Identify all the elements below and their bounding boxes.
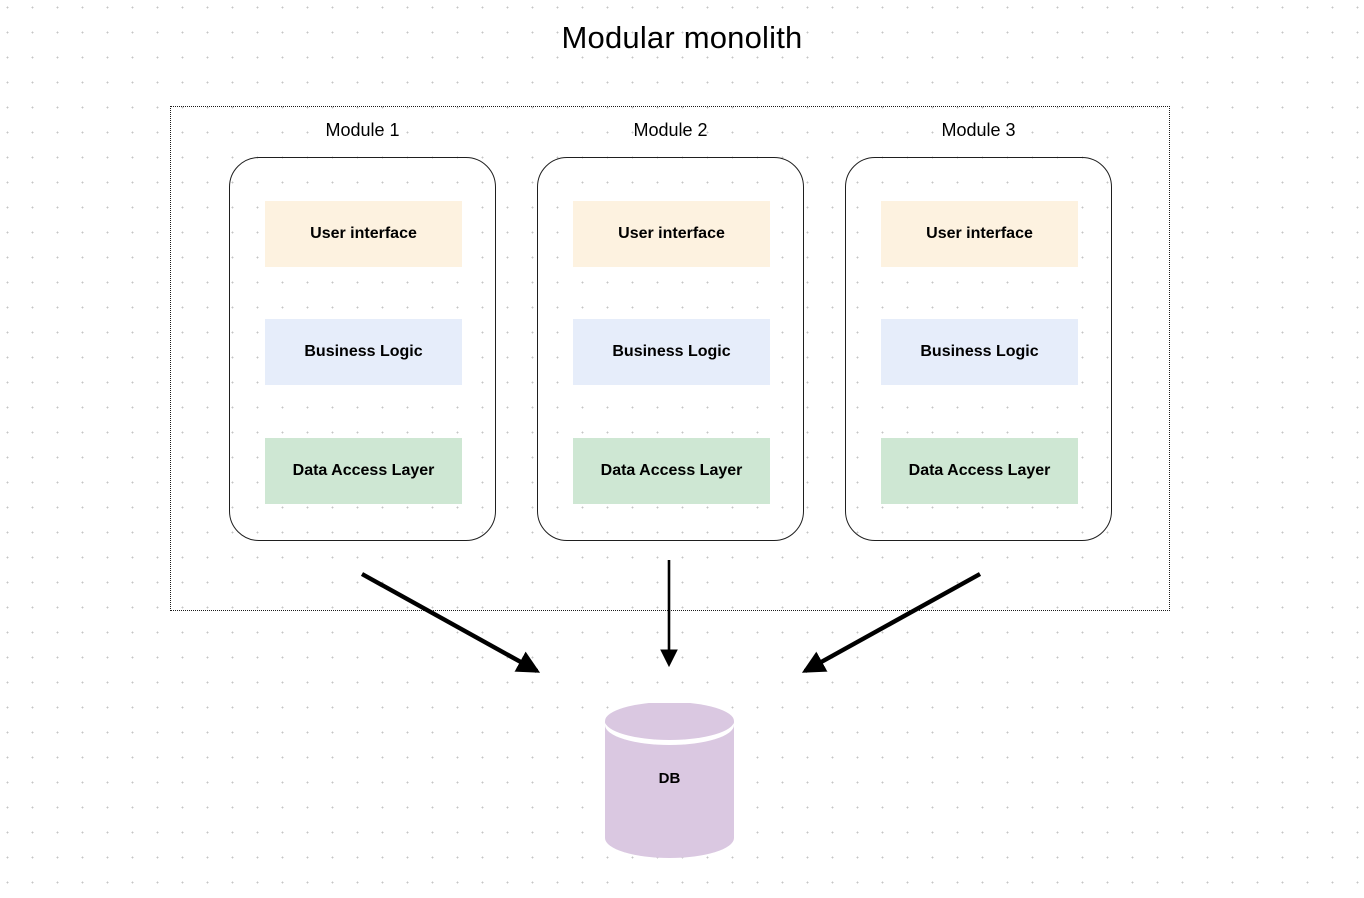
module-1-layer-ui[interactable]: User interface: [265, 201, 462, 267]
module-3-layer-data[interactable]: Data Access Layer: [881, 438, 1078, 504]
module-3-card[interactable]: User interface Business Logic Data Acces…: [845, 157, 1112, 541]
module-2-label: Module 2: [633, 120, 708, 140]
module-3-label: Module 3: [941, 120, 1016, 140]
module-1-label: Module 1: [325, 120, 400, 140]
module-1-card[interactable]: User interface Business Logic Data Acces…: [229, 157, 496, 541]
database-cylinder[interactable]: DB: [605, 702, 734, 858]
diagram-canvas: Modular monolith Module 1 User interface…: [0, 0, 1364, 898]
module-1-layer-business[interactable]: Business Logic: [265, 319, 462, 385]
module-2-layer-business[interactable]: Business Logic: [573, 319, 770, 385]
module-1-layer-data[interactable]: Data Access Layer: [265, 438, 462, 504]
module-2-layer-data[interactable]: Data Access Layer: [573, 438, 770, 504]
module-3-layer-business[interactable]: Business Logic: [881, 319, 1078, 385]
database-label: DB: [658, 770, 681, 787]
page-title: Modular monolith: [561, 20, 803, 55]
module-2-card[interactable]: User interface Business Logic Data Acces…: [537, 157, 804, 541]
module-3-layer-ui[interactable]: User interface: [881, 201, 1078, 267]
module-2-layer-ui[interactable]: User interface: [573, 201, 770, 267]
